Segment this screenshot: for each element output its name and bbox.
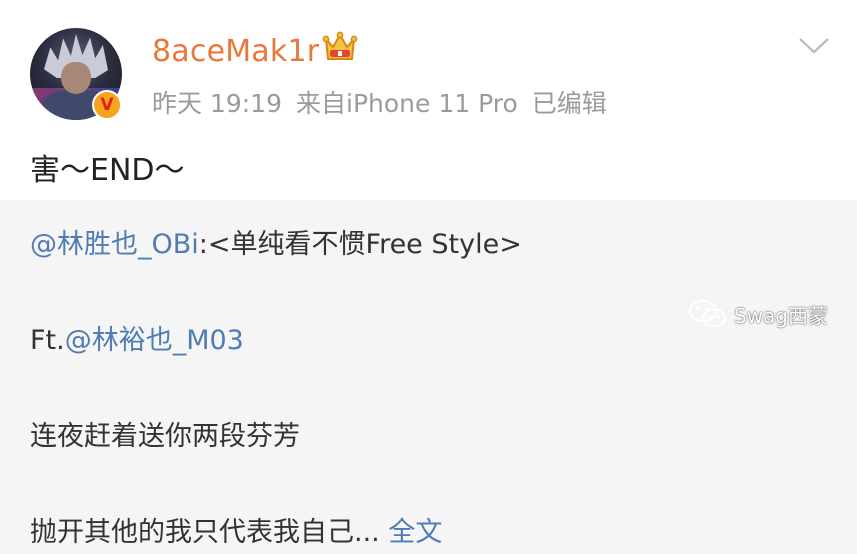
watermark: Swag西蒙 (688, 296, 828, 332)
repost-text: :<单纯看不惯Free Style> (198, 229, 522, 260)
edited-label[interactable]: 已编辑 (532, 89, 607, 118)
post-text: 害～END～ (30, 153, 185, 188)
wechat-icon (689, 300, 726, 328)
full-text-link[interactable]: 全文 (388, 517, 442, 548)
repost-line-2: Ft.@林裕也_M03 (30, 318, 244, 357)
mention-link[interactable]: @林裕也_M03 (65, 325, 244, 356)
chevron-down-icon[interactable] (798, 36, 830, 56)
repost-card[interactable]: @林胜也_OBi:<单纯看不惯Free Style> Ft.@林裕也_M03 连… (0, 200, 857, 554)
watermark-text: Swag西蒙 (734, 303, 829, 328)
post-time: 昨天 19:19 (152, 89, 282, 118)
repost-text: Ft. (30, 325, 65, 356)
post-source[interactable]: 来自iPhone 11 Pro (296, 89, 518, 118)
crown-icon (322, 31, 358, 60)
username[interactable]: 8aceMak1r (152, 34, 319, 69)
mention-link[interactable]: @林胜也_OBi (30, 229, 199, 260)
post-header: V 8aceMak1r 昨天 19:19 来自iPhone 11 Pro 已编辑 害… (0, 0, 857, 200)
repost-line-1: @林胜也_OBi:<单纯看不惯Free Style> (30, 222, 522, 261)
avatar-face (61, 62, 91, 94)
post-meta: 昨天 19:19 来自iPhone 11 Pro 已编辑 (152, 84, 621, 120)
repost-line-3: 连夜赶着送你两段芬芳 (30, 421, 300, 452)
verified-badge-icon: V (92, 90, 122, 120)
repost-line-4: 抛开其他的我只代表我自己... 全文 (30, 510, 442, 549)
repost-text: 抛开其他的我只代表我自己... (30, 517, 380, 548)
